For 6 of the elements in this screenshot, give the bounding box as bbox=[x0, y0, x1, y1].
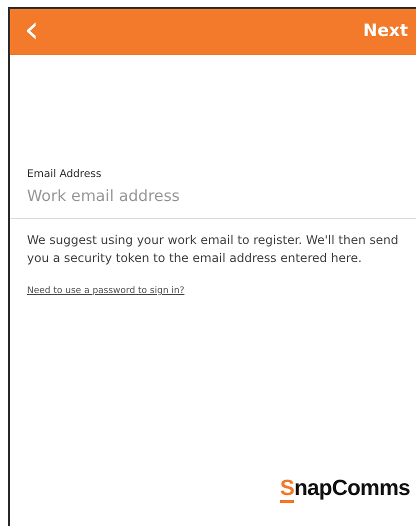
password-link[interactable]: Need to use a password to sign in? bbox=[27, 285, 184, 298]
hint-text: We suggest using your work email to register. We'll then send you a security token to the email address entered here. bbox=[27, 232, 400, 267]
back-button[interactable]: ‹ bbox=[20, 10, 44, 48]
next-button[interactable]: Next bbox=[363, 19, 408, 45]
field-label: Email Address bbox=[27, 167, 102, 182]
logo-text: SnapComms bbox=[280, 471, 410, 504]
